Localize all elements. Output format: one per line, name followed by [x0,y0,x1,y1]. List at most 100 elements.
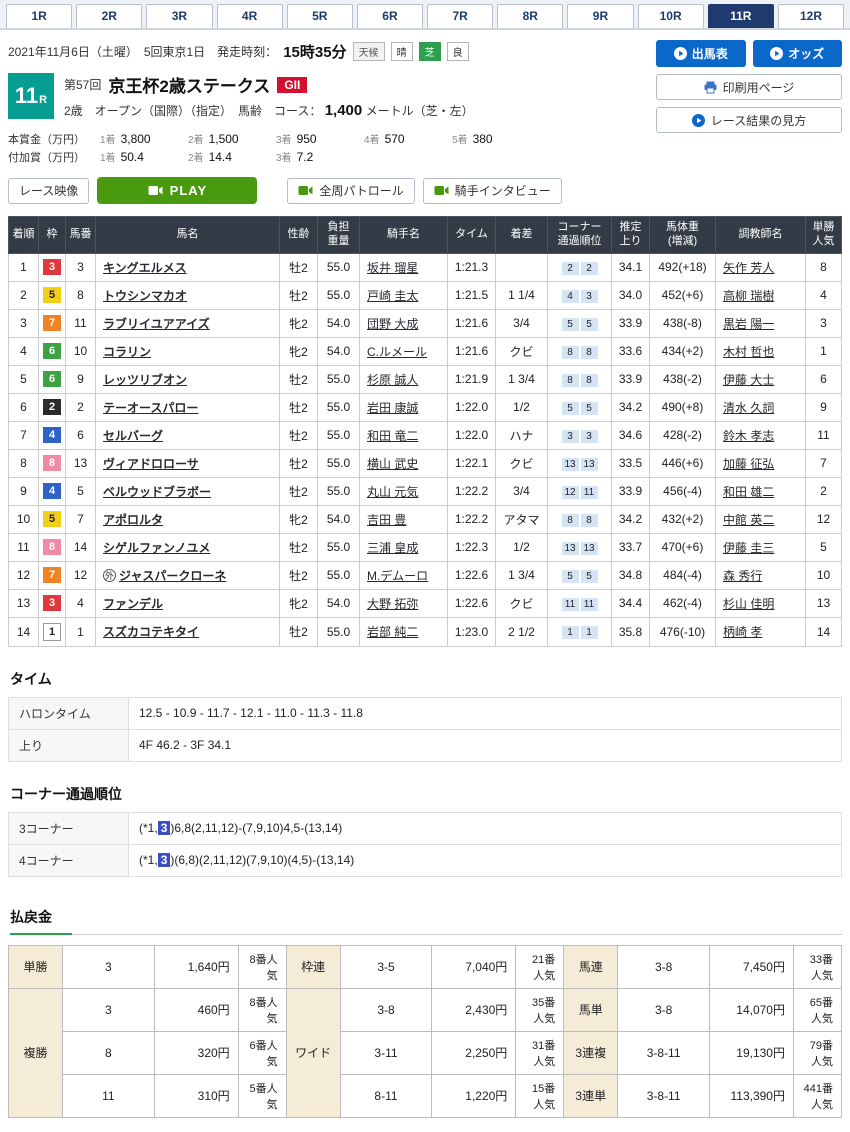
trainer-link[interactable]: 柄崎 孝 [723,625,762,639]
last-3f: 34.4 [612,589,650,617]
trainer-link[interactable]: 清水 久詞 [723,401,774,415]
jockey-link[interactable]: 横山 武史 [367,457,418,471]
trainer-cell: 木村 哲也 [716,337,806,365]
bet-combination: 3-8 [340,988,432,1031]
jockey-interview-button[interactable]: 騎手インタビュー [423,178,562,204]
frame-badge: 4 [43,483,61,499]
trainer-link[interactable]: 伊藤 大士 [723,373,774,387]
horse-name-link[interactable]: アポロルタ [103,513,163,527]
odds-button[interactable]: オッズ [753,40,843,67]
jockey-link[interactable]: 団野 大成 [367,317,418,331]
payout-table-body: 単勝31,640円8番人気枠連3-57,040円21番人気馬連3-87,450円… [9,945,842,1117]
trainer-link[interactable]: 黒岩 陽一 [723,317,774,331]
race-video-button[interactable]: レース映像 [8,178,89,204]
finish-position: 9 [9,477,39,505]
finish-time: 1:22.0 [448,421,496,449]
jockey-link[interactable]: M.デムーロ [367,569,428,583]
trainer-link[interactable]: 杉山 佳明 [723,597,774,611]
trainer-link[interactable]: 森 秀行 [723,569,762,583]
horse-number: 13 [66,449,96,477]
race-tab-7r[interactable]: 7R [427,4,493,28]
race-tab-2r[interactable]: 2R [76,4,142,28]
jockey-link[interactable]: 岩田 康誠 [367,401,418,415]
jockey-link[interactable]: 和田 竜二 [367,429,418,443]
frame-badge: 5 [43,287,61,303]
result-guide-button[interactable]: レース結果の見方 [656,107,842,133]
horse-name-link[interactable]: ファンデル [103,597,163,611]
margin: ハナ [496,421,548,449]
print-button[interactable]: 印刷用ページ [656,74,842,100]
shutsuba-button[interactable]: 出馬表 [656,40,746,67]
horse-name-link[interactable]: ベルウッドブラボー [103,485,211,499]
trainer-link[interactable]: 中館 英二 [723,513,774,527]
carried-weight: 55.0 [318,617,360,646]
race-tab-9r[interactable]: 9R [567,4,633,28]
horse-name-link[interactable]: ヴィアドロローサ [103,457,199,471]
turf-condition: 良 [447,42,469,61]
race-tab-3r[interactable]: 3R [146,4,212,28]
race-tab-10r[interactable]: 10R [638,4,704,28]
trainer-link[interactable]: 伊藤 圭三 [723,541,774,555]
carried-weight: 55.0 [318,421,360,449]
carried-weight: 55.0 [318,561,360,589]
trainer-link[interactable]: 矢作 芳人 [723,261,774,275]
horse-weight: 438(-2) [650,365,716,393]
payout-row: 複勝3460円8番人気ワイド3-82,430円35番人気馬単3-814,070円… [9,988,842,1031]
horse-name-link[interactable]: コラリン [103,345,151,359]
win-popularity: 7 [806,449,842,477]
finish-time: 1:22.3 [448,533,496,561]
horse-name-link[interactable]: キングエルメス [103,261,187,275]
trainer-link[interactable]: 木村 哲也 [723,345,774,359]
jockey-link[interactable]: 大野 拓弥 [367,597,418,611]
jockey-link[interactable]: 坂井 瑠星 [367,261,418,275]
patrol-video-button[interactable]: 全周パトロール [287,178,414,204]
play-circle-icon [770,47,783,60]
race-tab-1r[interactable]: 1R [6,4,72,28]
horse-weight: 470(+6) [650,533,716,561]
frame-badge: 5 [43,511,61,527]
horse-name-link[interactable]: スズカコテキタイ [103,625,199,639]
race-round: 第57回 [64,76,101,93]
jockey-link[interactable]: 岩部 純二 [367,625,418,639]
horse-name-link[interactable]: ラブリイユアアイズ [103,317,210,331]
video-camera-icon [148,185,163,196]
race-tab-11r[interactable]: 11R [708,4,774,28]
race-tab-8r[interactable]: 8R [497,4,563,28]
horse-name-link[interactable]: シゲルファンノユメ [103,541,210,555]
frame-badge: 3 [43,595,61,611]
race-tab-5r[interactable]: 5R [287,4,353,28]
column-header: 調教師名 [716,217,806,254]
finish-position: 11 [9,533,39,561]
horse-name-link[interactable]: ジャスパークローネ [119,569,226,583]
jockey-link[interactable]: 三浦 皇成 [367,541,418,555]
jockey-link[interactable]: 戸崎 圭太 [367,289,418,303]
race-tab-4r[interactable]: 4R [217,4,283,28]
horse-name-link[interactable]: セルバーグ [103,429,163,443]
horse-number: 14 [66,533,96,561]
trainer-link[interactable]: 鈴木 孝志 [723,429,774,443]
horse-name-link[interactable]: レッツリブオン [103,373,187,387]
bet-combination: 3-8 [618,945,710,988]
jockey-link[interactable]: 丸山 元気 [367,485,418,499]
time-table: ハロンタイム12.5 - 10.9 - 11.7 - 12.1 - 11.0 -… [8,697,842,762]
win-popularity: 3 [806,309,842,337]
prize-item: 2着1,500 [188,131,276,146]
trainer-link[interactable]: 加藤 征弘 [723,457,774,471]
jockey-link[interactable]: 吉田 豊 [367,513,406,527]
win-popularity: 9 [806,393,842,421]
race-tab-6r[interactable]: 6R [357,4,423,28]
time-row: 上り4F 46.2 - 3F 34.1 [9,729,842,761]
jockey-link[interactable]: C.ルメール [367,345,427,359]
horse-name-link[interactable]: テーオースパロー [103,401,198,415]
jockey-link[interactable]: 杉原 誠人 [367,373,418,387]
race-number-badge: 11 R [8,73,54,119]
trainer-link[interactable]: 和田 雄二 [723,485,774,499]
play-button[interactable]: PLAY [97,177,257,204]
margin: クビ [496,589,548,617]
frame-badge: 8 [43,539,61,555]
horse-name-link[interactable]: トウシンマカオ [103,289,187,303]
trainer-link[interactable]: 高柳 瑞樹 [723,289,774,303]
win-popularity: 13 [806,589,842,617]
payout-amount: 7,450円 [710,945,794,988]
race-tab-12r[interactable]: 12R [778,4,844,28]
